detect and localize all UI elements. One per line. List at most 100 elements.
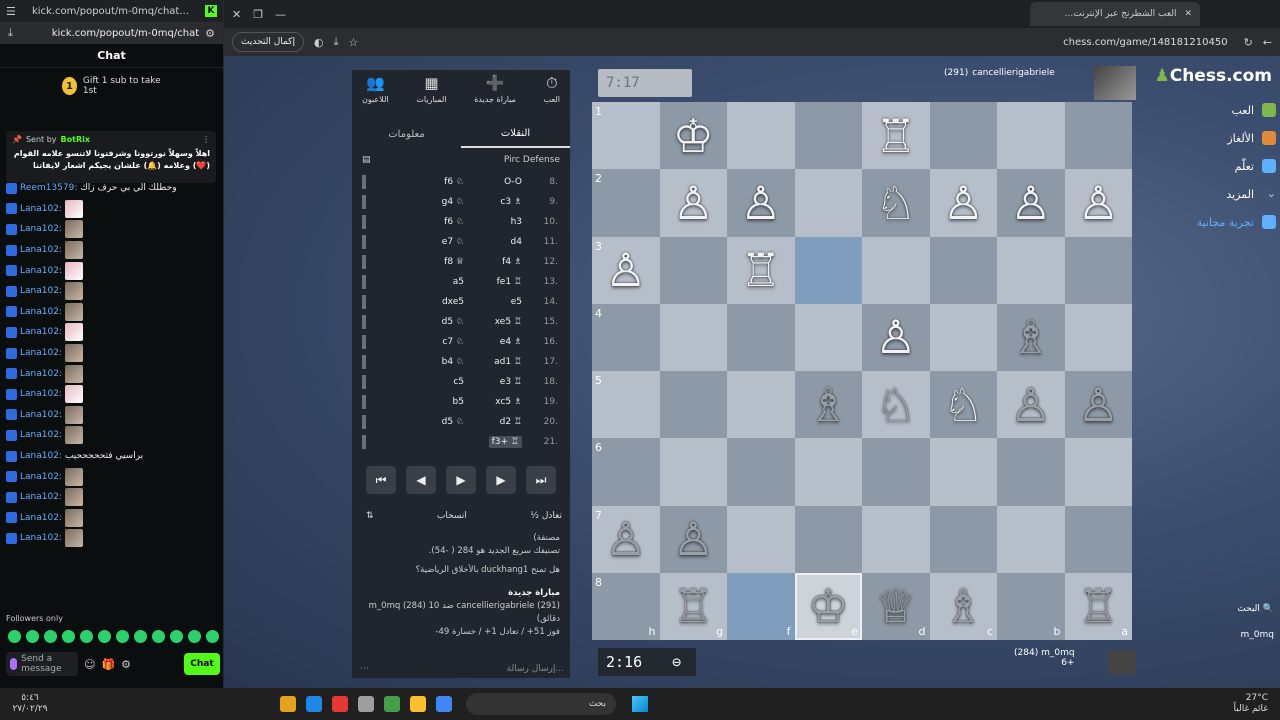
chat-username[interactable]: Lana102:: [20, 472, 62, 482]
resign-button[interactable]: انسحاب: [437, 511, 467, 521]
white-king-piece[interactable]: ♔: [673, 113, 714, 159]
black-move[interactable]: dxe5: [414, 297, 464, 307]
white-move[interactable]: e5: [472, 297, 522, 307]
white-move[interactable]: d4: [472, 237, 522, 247]
gift-icon[interactable]: 🎁: [101, 658, 115, 671]
board-square[interactable]: ♙: [1064, 169, 1132, 237]
gear-icon[interactable]: ⚙: [121, 658, 131, 671]
board-square[interactable]: [862, 236, 930, 304]
black-pawn-piece[interactable]: ♙: [1010, 382, 1051, 428]
chat-username[interactable]: Lana102:: [20, 266, 62, 276]
black-move[interactable]: f6 ♘: [414, 217, 464, 227]
weather[interactable]: 27°C غائم غالباً: [1234, 693, 1268, 715]
more-icon[interactable]: ⋮: [202, 135, 210, 144]
board-square[interactable]: a ♖: [1064, 572, 1132, 640]
nav-free-trial[interactable]: تجربة مجانية: [1144, 208, 1280, 236]
black-queen-piece[interactable]: ♕: [875, 583, 916, 629]
white-move[interactable]: c3 ♗: [472, 197, 522, 207]
board-square[interactable]: 7 ♙: [592, 505, 660, 573]
board-square[interactable]: [659, 303, 727, 371]
board-square[interactable]: [727, 505, 795, 573]
board-square[interactable]: [794, 303, 862, 371]
board-square[interactable]: [997, 438, 1065, 506]
emote-icon[interactable]: [44, 630, 57, 643]
board-square[interactable]: 5: [592, 371, 660, 439]
board-square[interactable]: 6: [592, 438, 660, 506]
prev-move-button[interactable]: ◀: [406, 466, 436, 494]
board-square[interactable]: [862, 438, 930, 506]
board-square[interactable]: [659, 371, 727, 439]
app-icon[interactable]: [306, 696, 322, 712]
black-bishop-piece[interactable]: ♗: [1010, 314, 1051, 360]
emote-icon[interactable]: [98, 630, 111, 643]
emote-icon[interactable]: [152, 630, 165, 643]
white-move[interactable]: ad1 ♖: [472, 357, 522, 367]
black-pawn-piece[interactable]: ♙: [605, 516, 646, 562]
board-square[interactable]: [794, 169, 862, 237]
white-move[interactable]: f3+ ♖: [472, 436, 522, 448]
board-square[interactable]: [929, 505, 997, 573]
board-square[interactable]: [727, 371, 795, 439]
panel-icon-button[interactable]: ▦ المباريات: [416, 74, 446, 120]
board-square[interactable]: f: [727, 572, 795, 640]
board-square[interactable]: [659, 236, 727, 304]
close-icon[interactable]: ✕: [232, 8, 241, 21]
white-knight-piece[interactable]: ♘: [875, 180, 916, 226]
mic-icon[interactable]: [10, 658, 18, 670]
opponent-info[interactable]: (291) cancellierigabriele: [944, 68, 1055, 78]
nav-more[interactable]: ⌄ المزيد: [1144, 180, 1280, 208]
board-square[interactable]: ♗: [997, 303, 1065, 371]
board-square[interactable]: 1: [592, 102, 660, 170]
board-square[interactable]: ♙: [862, 303, 930, 371]
black-bishop-piece[interactable]: ♗: [943, 583, 984, 629]
restore-icon[interactable]: ❐: [253, 8, 263, 21]
board-square[interactable]: [727, 102, 795, 170]
board-square[interactable]: ♙: [727, 169, 795, 237]
board-square[interactable]: 8h: [592, 572, 660, 640]
nav-search[interactable]: 🔍 البحث: [1184, 596, 1280, 622]
last-move-button[interactable]: ⏭: [526, 466, 556, 494]
chesscom-logo[interactable]: ♟Chess.com: [1144, 66, 1280, 86]
board-square[interactable]: [727, 303, 795, 371]
chat-username[interactable]: Lana102:: [20, 369, 62, 379]
black-move[interactable]: f6 ♘: [414, 177, 464, 187]
chat-username[interactable]: Lana102:: [20, 430, 62, 440]
board-square[interactable]: ♔: [659, 102, 727, 170]
board-square[interactable]: 2: [592, 169, 660, 237]
tab-info[interactable]: معلومات: [352, 120, 461, 148]
black-move[interactable]: c5: [414, 377, 464, 387]
board-square[interactable]: ♙: [997, 371, 1065, 439]
copy-icon[interactable]: ▤: [362, 155, 371, 165]
nav-user[interactable]: m_0mq: [1184, 622, 1280, 648]
board-square[interactable]: [929, 438, 997, 506]
emote-icon[interactable]: [8, 630, 21, 643]
board-square[interactable]: [929, 236, 997, 304]
white-move[interactable]: d2 ♖: [472, 417, 522, 427]
board-square[interactable]: [997, 102, 1065, 170]
board-square[interactable]: [727, 438, 795, 506]
white-move[interactable]: e3 ♖: [472, 377, 522, 387]
board-square[interactable]: ♘: [929, 371, 997, 439]
board-square[interactable]: ♙: [1064, 371, 1132, 439]
white-pawn-piece[interactable]: ♙: [875, 314, 916, 360]
white-pawn-piece[interactable]: ♙: [1078, 180, 1119, 226]
board-square[interactable]: [1064, 505, 1132, 573]
first-move-button[interactable]: ⏮: [366, 466, 396, 494]
board-square[interactable]: ♘: [862, 169, 930, 237]
download-icon[interactable]: ⤓: [8, 26, 13, 40]
tab-close-icon[interactable]: ✕: [1184, 9, 1192, 19]
chess-board[interactable]: 1 ♔ ♖ 2 ♙ ♙ ♘ ♙ ♙ ♙ 3 ♙ ♖ 4 ♙ ♗ 5 ♗ ♘ ♘ ♙ ♙ 6 7 ♙ ♙ 8 h g ♖ f e ♔ d ♕ c ♗ b a ♖: [592, 102, 1132, 640]
board-square[interactable]: ♙: [997, 169, 1065, 237]
chat-username[interactable]: Lana102:: [20, 513, 62, 523]
black-pawn-piece[interactable]: ♙: [1078, 382, 1119, 428]
extension-icon[interactable]: ◐: [314, 36, 324, 49]
white-move[interactable]: fe1 ♖: [472, 277, 522, 287]
white-knight-piece[interactable]: ♘: [943, 382, 984, 428]
settings-icon[interactable]: ⚙: [205, 27, 215, 40]
board-square[interactable]: ♙: [659, 505, 727, 573]
nav-puzzles[interactable]: الألغاز: [1144, 124, 1280, 152]
board-square[interactable]: ♙: [659, 169, 727, 237]
update-button[interactable]: إكمال التحديث: [232, 32, 304, 52]
board-square[interactable]: [1064, 438, 1132, 506]
white-pawn-piece[interactable]: ♙: [1010, 180, 1051, 226]
